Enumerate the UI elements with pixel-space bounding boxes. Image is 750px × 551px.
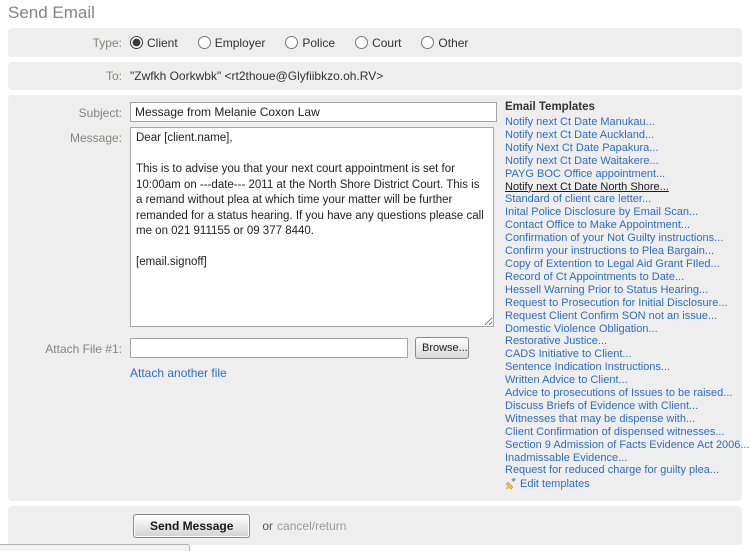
email-template-link[interactable]: Notify next Ct Date Auckland... [505,129,742,142]
to-label: To: [105,69,122,83]
main-panel: Subject: Message: Dear [client.name], Th… [8,95,750,501]
attach-file-label: Attach File #1: [45,342,122,356]
email-template-link[interactable]: Copy of Extention to Legal Aid Grant FIl… [505,258,742,271]
type-radio-option[interactable]: Court [355,36,401,50]
type-row: Type: Client Employer Police Court Other [8,28,742,57]
type-radio-option[interactable]: Other [421,36,468,50]
email-templates-heading: Email Templates [505,101,595,113]
subject-label: Subject: [78,106,122,120]
to-value: "Zwfkh Oorkwbk" <rt2thoue@Glyfiibkzo.oh.… [130,69,384,83]
email-template-link[interactable]: Notify next Ct Date Waitakere... [505,155,742,168]
email-template-link[interactable]: Request Client Confirm SON not an issue.… [505,310,742,323]
email-templates-panel: Email Templates Notify next Ct Date Manu… [505,101,750,490]
email-template-link[interactable]: CADS Initiative to Client... [505,348,742,361]
email-template-link[interactable]: Record of Ct Appointments to Date... [505,271,742,284]
email-template-link[interactable]: Restorative Justice... [505,335,742,348]
email-template-link[interactable]: Witnesses that may be dispense with... [505,413,742,426]
email-template-link[interactable]: Notify Next Ct Date Papakura... [505,142,742,155]
email-template-link[interactable]: Hessell Warning Prior to Status Hearing.… [505,284,742,297]
subject-input[interactable] [130,102,497,122]
type-radio-label: Police [302,35,336,50]
email-template-link[interactable]: Request to Prosecution for Initial Discl… [505,297,742,310]
email-template-link[interactable]: Domestic Violence Obligation... [505,323,742,336]
email-template-link[interactable]: Inadmissable Evidence... [505,452,742,465]
message-textarea[interactable]: Dear [client.name], This is to advise yo… [130,127,494,327]
send-message-button[interactable]: Send Message [133,513,251,538]
type-radio-label: Client [147,35,178,50]
type-radio-group: Client Employer Police Court Other [130,36,468,50]
email-template-link[interactable]: Contact Office to Make Appointment... [505,219,742,232]
email-template-link[interactable]: Notify next Ct Date North Shore... [505,181,742,194]
pencil-icon [505,478,517,490]
email-template-link[interactable]: Standard of client care letter... [505,193,742,206]
or-text: or [262,518,274,533]
edit-templates-link[interactable]: Edit templates [520,478,590,490]
email-template-link[interactable]: Inital Police Disclosure by Email Scan..… [505,206,742,219]
email-template-link[interactable]: Sentence Indication Instructions... [505,361,742,374]
type-radio-input[interactable] [285,36,299,49]
email-template-link[interactable]: Notify next Ct Date Manukau... [505,116,742,129]
cancel-return-link[interactable]: cancel/return [277,519,346,533]
attach-another-file-link[interactable]: Attach another file [130,366,227,380]
message-label: Message: [69,131,122,145]
type-radio-input[interactable] [197,36,211,49]
type-radio-option[interactable]: Employer [197,35,266,50]
page-title: Send Email [8,3,95,22]
email-template-link[interactable]: Discuss Briefs of Evidence with Client..… [505,400,742,413]
edit-templates-row: Edit templates [505,478,742,490]
email-template-link[interactable]: Section 9 Admission of Facts Evidence Ac… [505,439,750,452]
attach-file-input[interactable] [130,338,408,358]
email-template-link[interactable]: Advice to prosecutions of Issues to be r… [505,387,742,400]
email-templates-list: Notify next Ct Date Manukau... Notify ne… [505,116,750,477]
to-row: To: "Zwfkh Oorkwbk" <rt2thoue@Glyfiibkzo… [8,62,742,90]
type-radio-input[interactable] [355,36,369,49]
email-template-link[interactable]: Client Confirmation of dispensed witness… [505,426,742,439]
email-template-link[interactable]: Confirm your instructions to Plea Bargai… [505,245,742,258]
email-template-link[interactable]: PAYG BOC Office appointment... [505,168,742,181]
type-label: Type: [92,35,122,50]
email-template-link[interactable]: Written Advice to Client... [505,374,742,387]
email-template-link[interactable]: Request for reduced charge for guilty pl… [505,464,742,477]
footer-bar: Send Message or cancel/return [8,506,742,545]
email-template-link[interactable]: Confirmation of your Not Guilty instruct… [505,232,742,245]
type-radio-label: Other [438,35,469,50]
status-tooltip-partial [0,544,190,551]
browse-button[interactable]: Browse... [415,337,469,359]
type-radio-input[interactable] [421,36,435,49]
type-radio-option[interactable]: Police [285,36,335,50]
type-radio-label: Court [372,35,402,50]
type-radio-option[interactable]: Client [130,36,178,50]
type-radio-label: Employer [214,35,266,50]
type-radio-input[interactable] [130,36,143,49]
